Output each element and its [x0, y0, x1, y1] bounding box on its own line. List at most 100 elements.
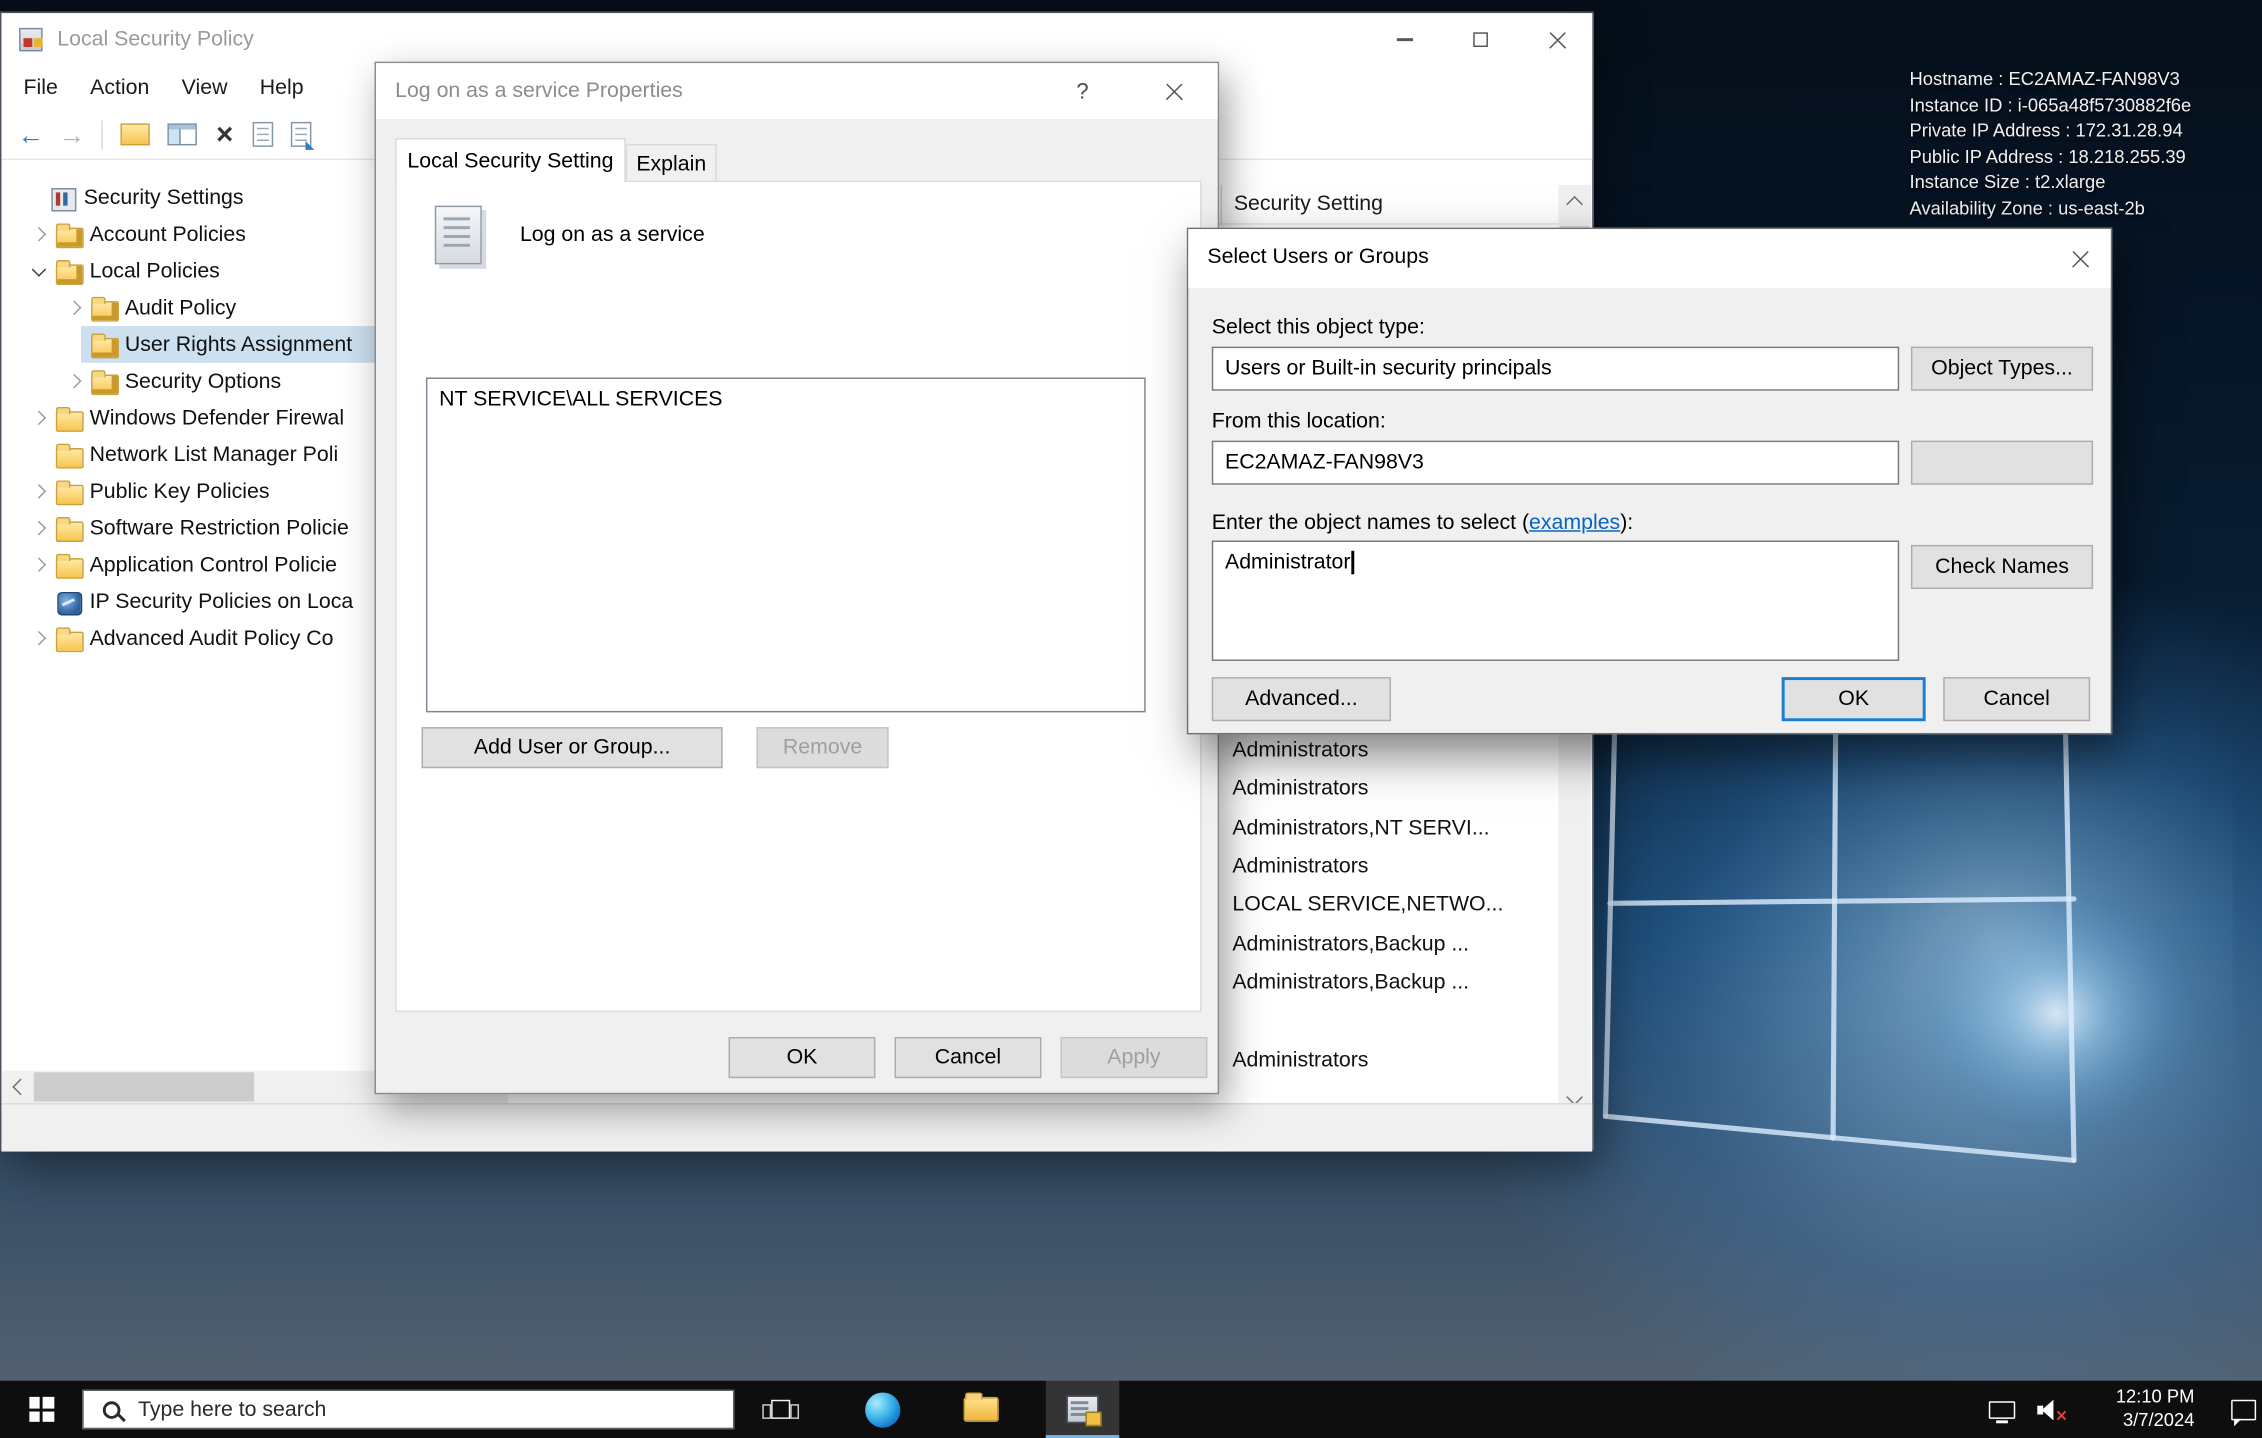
- check-names-button[interactable]: Check Names: [1911, 545, 2093, 589]
- object-types-button[interactable]: Object Types...: [1911, 347, 2093, 391]
- task-view-icon: [770, 1400, 789, 1419]
- forward-icon[interactable]: →: [51, 121, 92, 147]
- chevron-right-icon[interactable]: [60, 293, 89, 322]
- object-type-value: Users or Built-in security principals: [1225, 357, 1552, 381]
- edge-icon: [865, 1392, 900, 1427]
- close-button[interactable]: [1140, 63, 1208, 119]
- menu-file[interactable]: File: [7, 76, 74, 100]
- instance-info: Hostname : EC2AMAZ-FAN98V3Instance ID : …: [1909, 68, 2191, 222]
- text-cursor: [1352, 551, 1354, 575]
- horizontal-scrollbar-thumb[interactable]: [34, 1072, 254, 1101]
- scroll-left-button[interactable]: [1, 1071, 33, 1103]
- policy-list-row[interactable]: Administrators: [1165, 731, 1559, 769]
- taskbar-search[interactable]: [82, 1390, 734, 1430]
- tab-explain[interactable]: Explain: [626, 144, 717, 182]
- object-names-field[interactable]: Administrator: [1212, 541, 1899, 661]
- close-icon: [1164, 82, 1183, 101]
- close-button[interactable]: [2046, 229, 2114, 288]
- list-column-header[interactable]: Security Setting: [1165, 185, 1559, 225]
- chevron-placeholder: [60, 330, 89, 359]
- tab-local-security-setting[interactable]: Local Security Setting: [395, 138, 626, 182]
- maximize-button[interactable]: [1442, 13, 1518, 66]
- instance-info-line: Instance ID : i-065a48f5730882f6e: [1909, 93, 2191, 119]
- scroll-up-button[interactable]: [1558, 185, 1590, 217]
- edge-button[interactable]: [849, 1381, 917, 1438]
- help-button[interactable]: ?: [1049, 63, 1117, 119]
- remove-button[interactable]: Remove: [756, 727, 888, 768]
- menu-view[interactable]: View: [166, 76, 244, 100]
- volume-button[interactable]: ×: [2030, 1381, 2074, 1438]
- search-input[interactable]: [138, 1398, 667, 1422]
- policy-list-row[interactable]: Administrators,NT SERVI...: [1165, 809, 1559, 847]
- logon-service-properties-dialog: Log on as a service Properties ? Local S…: [375, 62, 1220, 1095]
- network-button[interactable]: [1980, 1381, 2024, 1438]
- ok-button[interactable]: OK: [729, 1037, 876, 1078]
- policy-list-row[interactable]: Administrators: [1165, 847, 1559, 885]
- task-view-button[interactable]: [746, 1381, 814, 1438]
- object-names-label: Enter the object names to select (exampl…: [1212, 511, 1633, 535]
- maximize-icon: [1473, 32, 1488, 47]
- close-button[interactable]: [1519, 13, 1595, 66]
- taskbar: × 12:10 PM 3/7/2024: [0, 1381, 2262, 1438]
- examples-link[interactable]: examples: [1529, 511, 1620, 535]
- tree-item-label: Security Settings: [84, 186, 244, 210]
- cancel-button[interactable]: Cancel: [1943, 677, 2090, 721]
- policy-list-row[interactable]: LOCAL SERVICE,NETWO...: [1165, 886, 1559, 924]
- chevron-right-icon[interactable]: [25, 624, 54, 653]
- member-item[interactable]: NT SERVICE\ALL SERVICES: [427, 379, 1144, 420]
- location-field[interactable]: EC2AMAZ-FAN98V3: [1212, 441, 1899, 485]
- export-list-icon[interactable]: [120, 123, 149, 145]
- members-listbox[interactable]: NT SERVICE\ALL SERVICES: [426, 377, 1146, 712]
- console-tree-icon[interactable]: [167, 123, 196, 145]
- taskbar-clock[interactable]: 12:10 PM 3/7/2024: [2074, 1387, 2194, 1433]
- policy-list-row[interactable]: Administrators,Backup ...: [1165, 964, 1559, 1002]
- chevron-right-icon[interactable]: [25, 513, 54, 542]
- chevron-right-icon[interactable]: [60, 366, 89, 395]
- start-button[interactable]: [0, 1381, 82, 1438]
- chevron-down-icon[interactable]: [25, 256, 54, 285]
- menu-action[interactable]: Action: [74, 76, 166, 100]
- back-icon[interactable]: ←: [10, 121, 51, 147]
- close-icon: [1547, 30, 1566, 49]
- export-document-icon[interactable]: [291, 122, 312, 147]
- chevron-right-icon[interactable]: [25, 220, 54, 249]
- advanced-button[interactable]: Advanced...: [1212, 677, 1391, 721]
- document-icon[interactable]: [253, 122, 274, 147]
- tree-item-label: Security Options: [125, 369, 281, 393]
- chevron-right-icon[interactable]: [25, 550, 54, 579]
- delete-icon[interactable]: ×: [206, 120, 244, 149]
- action-center-button[interactable]: [2218, 1381, 2262, 1438]
- policy-list-row[interactable]: [1165, 1002, 1559, 1040]
- chevron-placeholder: [25, 440, 54, 469]
- instance-info-line: Hostname : EC2AMAZ-FAN98V3: [1909, 68, 2191, 94]
- locations-button[interactable]: [1911, 441, 2093, 485]
- chevron-right-icon[interactable]: [25, 477, 54, 506]
- tree-item-label: Windows Defender Firewal: [90, 406, 344, 430]
- file-explorer-button[interactable]: [947, 1381, 1015, 1438]
- object-names-value: Administrator: [1225, 551, 1350, 575]
- clock-time: 12:10 PM: [2074, 1387, 2194, 1410]
- policy-list-row[interactable]: Administrators: [1165, 1041, 1559, 1079]
- chevron-up-icon: [1558, 185, 1590, 217]
- chevron-placeholder: [25, 587, 54, 616]
- apply-button[interactable]: Apply: [1060, 1037, 1207, 1078]
- local-security-policy-taskbar-button[interactable]: [1046, 1381, 1119, 1438]
- object-type-field[interactable]: Users or Built-in security principals: [1212, 347, 1899, 391]
- cancel-button[interactable]: Cancel: [895, 1037, 1042, 1078]
- folder-icon: [54, 516, 83, 540]
- chevron-right-icon[interactable]: [25, 403, 54, 432]
- policy-list-row[interactable]: Administrators: [1165, 770, 1559, 808]
- title-bar: Local Security Policy: [1, 13, 1592, 66]
- add-user-button[interactable]: Add User or Group...: [422, 727, 723, 768]
- minimize-button[interactable]: [1366, 13, 1442, 66]
- instance-info-line: Public IP Address : 18.218.255.39: [1909, 145, 2191, 171]
- ok-button[interactable]: OK: [1782, 677, 1926, 721]
- location-label: From this location:: [1212, 410, 1386, 434]
- menu-help[interactable]: Help: [244, 76, 320, 100]
- desktop-viewport: Hostname : EC2AMAZ-FAN98V3Instance ID : …: [0, 0, 2262, 1438]
- column-header-label: Security Setting: [1221, 185, 1383, 225]
- policy-list-row[interactable]: Administrators,Backup ...: [1165, 925, 1559, 963]
- dialog-title: Log on as a service Properties: [395, 79, 683, 103]
- toolbar-separator: [101, 120, 102, 149]
- close-icon: [2070, 249, 2089, 268]
